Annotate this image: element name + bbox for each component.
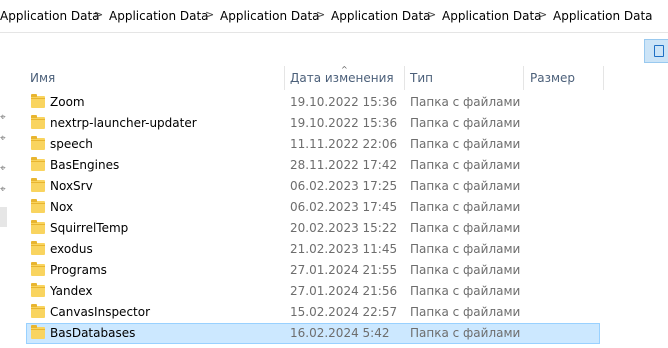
breadcrumb-item[interactable]: Application Data xyxy=(220,9,320,23)
file-type: Папка с файлами xyxy=(410,95,521,109)
details-view-button[interactable] xyxy=(644,39,668,63)
file-row[interactable]: speech 11.11.2022 22:06 Папка с файлами xyxy=(26,134,600,155)
file-date: 21.02.2023 11:45 xyxy=(290,242,398,256)
file-date: 06.02.2023 17:45 xyxy=(290,200,398,214)
file-name: BasEngines xyxy=(50,158,120,172)
file-type: Папка с файлами xyxy=(410,326,521,340)
file-type: Папка с файлами xyxy=(410,137,521,151)
folder-icon xyxy=(31,325,45,339)
file-row[interactable]: exodus 21.02.2023 11:45 Папка с файлами xyxy=(26,239,600,260)
chevron-right-icon[interactable]: > xyxy=(94,8,103,21)
column-name[interactable]: Имя xyxy=(30,66,55,90)
file-name: Programs xyxy=(50,263,107,277)
folder-icon xyxy=(31,157,45,171)
nav-item-selected[interactable] xyxy=(0,207,7,227)
folder-icon xyxy=(31,283,45,297)
breadcrumb[interactable]: Application Data > Application Data > Ap… xyxy=(0,0,668,33)
file-name: Zoom xyxy=(50,95,85,109)
file-name: BasDatabases xyxy=(50,326,136,340)
folder-icon xyxy=(31,262,45,276)
folder-icon xyxy=(31,94,45,108)
file-type: Папка с файлами xyxy=(410,179,521,193)
file-date: 27.01.2024 21:56 xyxy=(290,284,398,298)
file-name: exodus xyxy=(50,242,93,256)
file-row[interactable]: NoxSrv 06.02.2023 17:25 Папка с файлами xyxy=(26,176,600,197)
file-type: Папка с файлами xyxy=(410,242,521,256)
file-row[interactable]: SquirrelTemp 20.02.2023 15:22 Папка с фа… xyxy=(26,218,600,239)
file-date: 19.10.2022 15:36 xyxy=(290,116,398,130)
column-divider[interactable] xyxy=(603,66,604,90)
file-type: Папка с файлами xyxy=(410,221,521,235)
file-name: speech xyxy=(50,137,93,151)
column-date[interactable]: Дата изменения xyxy=(290,66,394,90)
file-name: nextrp-launcher-updater xyxy=(50,116,197,130)
column-divider[interactable] xyxy=(404,66,405,90)
pin-icon[interactable]: ⌖ xyxy=(0,113,7,123)
file-type: Папка с файлами xyxy=(410,284,521,298)
breadcrumb-item[interactable]: Application Data xyxy=(0,9,100,23)
chevron-right-icon[interactable]: > xyxy=(538,8,547,21)
column-divider[interactable] xyxy=(523,66,524,90)
file-name: Yandex xyxy=(50,284,93,298)
breadcrumb-item[interactable]: Application Data xyxy=(553,9,653,23)
chevron-right-icon[interactable]: > xyxy=(316,8,325,21)
file-date: 15.02.2024 22:57 xyxy=(290,305,398,319)
file-row[interactable]: Yandex 27.01.2024 21:56 Папка с файлами xyxy=(26,281,600,302)
file-name: SquirrelTemp xyxy=(50,221,129,235)
file-row[interactable]: CanvasInspector 15.02.2024 22:57 Папка с… xyxy=(26,302,600,323)
navigation-pane[interactable]: ⌖ ⌖ ⌖ ⌖ xyxy=(0,66,18,348)
folder-icon xyxy=(31,220,45,234)
file-row[interactable]: nextrp-launcher-updater 19.10.2022 15:36… xyxy=(26,113,600,134)
column-size[interactable]: Размер xyxy=(530,66,575,90)
file-row[interactable]: Nox 06.02.2023 17:45 Папка с файлами xyxy=(26,197,600,218)
file-date: 16.02.2024 5:42 xyxy=(290,326,390,340)
file-type: Папка с файлами xyxy=(410,200,521,214)
file-date: 28.11.2022 17:42 xyxy=(290,158,398,172)
column-header: ^ Имя Дата изменения Тип Размер xyxy=(0,66,668,90)
file-name: CanvasInspector xyxy=(50,305,151,319)
file-date: 27.01.2024 21:55 xyxy=(290,263,398,277)
file-type: Папка с файлами xyxy=(410,263,521,277)
folder-icon xyxy=(31,241,45,255)
pin-icon[interactable]: ⌖ xyxy=(0,134,7,144)
folder-icon xyxy=(31,136,45,150)
file-type: Папка с файлами xyxy=(410,158,521,172)
column-divider[interactable] xyxy=(284,66,285,90)
file-row[interactable]: Programs 27.01.2024 21:55 Папка с файлам… xyxy=(26,260,600,281)
file-name: NoxSrv xyxy=(50,179,93,193)
breadcrumb-item[interactable]: Application Data xyxy=(109,9,209,23)
file-date: 11.11.2022 22:06 xyxy=(290,137,398,151)
column-type[interactable]: Тип xyxy=(410,66,433,90)
file-date: 20.02.2023 15:22 xyxy=(290,221,398,235)
folder-icon xyxy=(31,115,45,129)
file-row[interactable]: BasEngines 28.11.2022 17:42 Папка с файл… xyxy=(26,155,600,176)
file-row[interactable]: Zoom 19.10.2022 15:36 Папка с файлами xyxy=(26,92,600,113)
file-date: 06.02.2023 17:25 xyxy=(290,179,398,193)
file-row-selected[interactable]: BasDatabases 16.02.2024 5:42 Папка с фай… xyxy=(26,323,600,344)
breadcrumb-item[interactable]: Application Data xyxy=(331,9,431,23)
folder-icon xyxy=(31,304,45,318)
pin-icon[interactable]: ⌖ xyxy=(0,164,7,174)
folder-icon xyxy=(31,178,45,192)
toolbar xyxy=(0,33,668,66)
file-type: Папка с файлами xyxy=(410,305,521,319)
breadcrumb-item[interactable]: Application Data xyxy=(442,9,542,23)
details-view-icon xyxy=(654,45,664,57)
chevron-right-icon[interactable]: > xyxy=(205,8,214,21)
chevron-right-icon[interactable]: > xyxy=(427,8,436,21)
folder-icon xyxy=(31,199,45,213)
file-type: Папка с файлами xyxy=(410,116,521,130)
pin-icon[interactable]: ⌖ xyxy=(0,185,7,195)
file-date: 19.10.2022 15:36 xyxy=(290,95,398,109)
file-name: Nox xyxy=(50,200,74,214)
